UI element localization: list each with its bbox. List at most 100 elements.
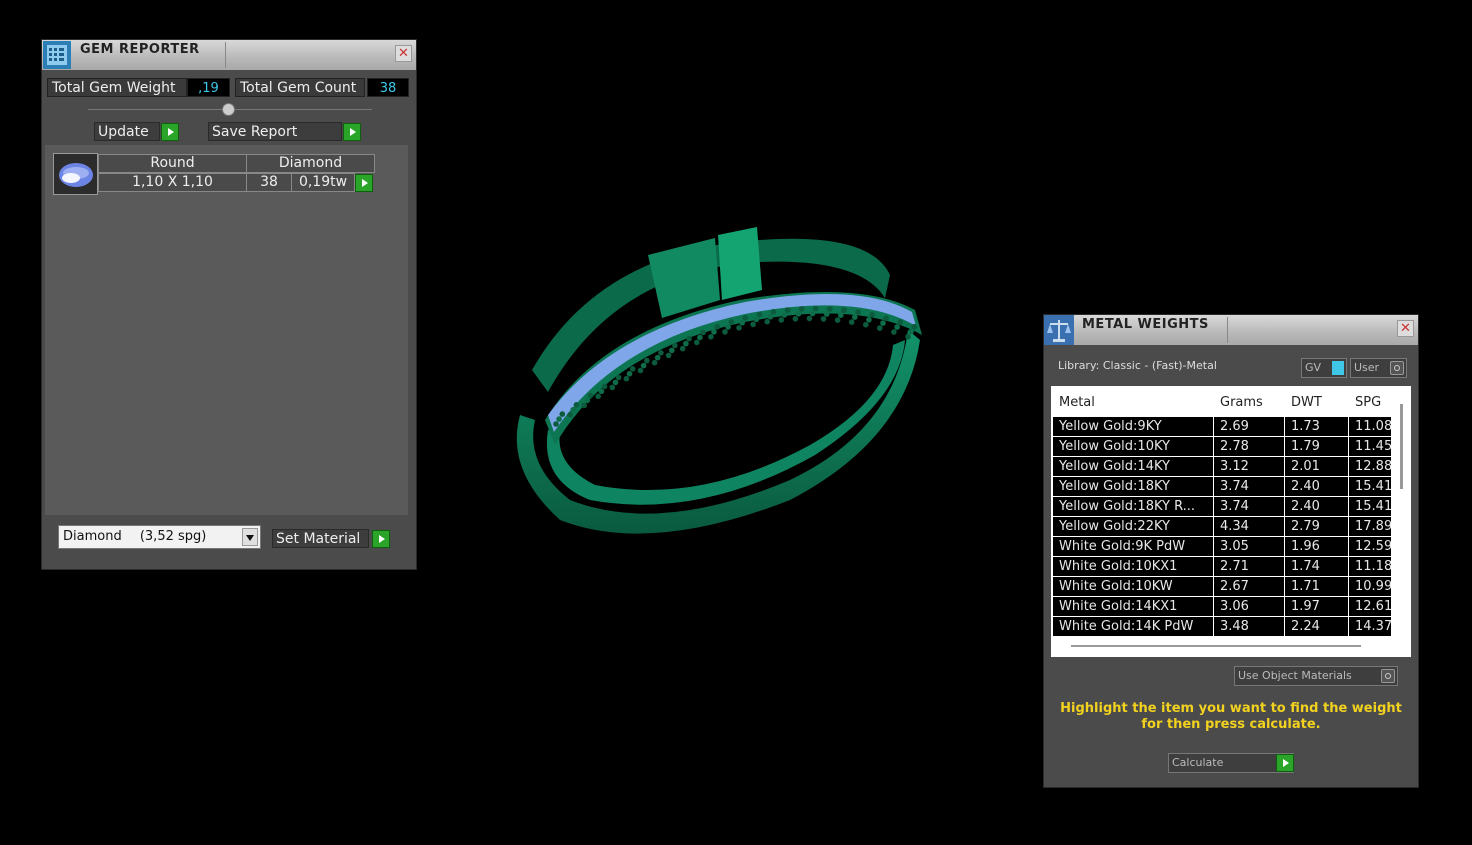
- gem-reporter-title: GEM REPORTER: [80, 42, 200, 57]
- gem-row-go-icon[interactable]: [355, 174, 373, 192]
- horizontal-scrollbar[interactable]: [1071, 645, 1361, 647]
- metal-weights-titlebar[interactable]: METAL WEIGHTS ✕: [1044, 315, 1418, 345]
- save-report-button[interactable]: Save Report: [208, 122, 342, 141]
- gear-icon[interactable]: [1390, 361, 1404, 375]
- total-gem-weight-value: ,19: [187, 78, 230, 97]
- vertical-scrollbar[interactable]: [1400, 404, 1403, 489]
- total-gem-weight-label: Total Gem Weight: [47, 78, 187, 97]
- table-row[interactable]: Yellow Gold:9KY 2.69 1.73 11.08: [1051, 417, 1391, 436]
- table-row[interactable]: Yellow Gold:18KY R... 3.74 2.40 15.41: [1051, 497, 1391, 516]
- table-row[interactable]: White Gold:10KW 2.67 1.71 10.99: [1051, 577, 1391, 596]
- pave-gem: [637, 367, 644, 374]
- pave-gem: [559, 411, 566, 417]
- column-header-spg[interactable]: SPG: [1349, 390, 1391, 416]
- instruction-line-2: for then press calculate.: [1141, 717, 1321, 732]
- pave-gem: [838, 312, 844, 319]
- grams-value: 2.78: [1214, 437, 1284, 456]
- gem-weight: 0,19tw: [291, 173, 355, 192]
- gv-toggle[interactable]: GV: [1301, 358, 1347, 378]
- table-row[interactable]: White Gold:10KX1 2.71 1.74 11.18: [1051, 557, 1391, 576]
- pave-gem: [883, 315, 889, 322]
- column-header-grams[interactable]: Grams: [1214, 390, 1284, 416]
- pave-gem: [750, 321, 756, 328]
- pave-gem: [711, 329, 717, 335]
- update-button[interactable]: Update: [94, 122, 160, 141]
- spg-value: 12.88: [1349, 457, 1391, 476]
- grams-value: 3.48: [1214, 617, 1284, 636]
- spg-value: 15.41: [1349, 497, 1391, 516]
- user-toggle[interactable]: User: [1350, 358, 1407, 378]
- scale-icon: [1044, 315, 1074, 345]
- pave-gem: [848, 319, 855, 325]
- grams-value: 2.71: [1214, 557, 1284, 576]
- gem-shape: Round: [98, 154, 247, 173]
- calculate-go-icon[interactable]: [1276, 754, 1294, 772]
- pave-gem: [728, 319, 735, 325]
- material-dropdown-value: Diamond: [63, 529, 122, 544]
- column-header-dwt[interactable]: DWT: [1285, 390, 1348, 416]
- ring-viewport[interactable]: [500, 210, 940, 560]
- gem-reporter-close-icon[interactable]: ✕: [395, 45, 412, 62]
- dropdown-arrow-icon[interactable]: [242, 528, 258, 546]
- pave-gem: [911, 323, 918, 330]
- use-object-materials-button[interactable]: Use Object Materials: [1234, 666, 1398, 686]
- spg-value: 11.18: [1349, 557, 1391, 576]
- gear-icon[interactable]: [1381, 669, 1395, 683]
- pave-gem: [880, 320, 886, 326]
- metal-name: White Gold:14KX1: [1053, 597, 1213, 616]
- dwt-value: 2.40: [1285, 497, 1348, 516]
- metal-name: Yellow Gold:18KY: [1053, 477, 1213, 496]
- pave-gem: [725, 324, 731, 330]
- pave-gem: [658, 350, 664, 356]
- gem-count: 38: [246, 173, 292, 192]
- splitter-handle[interactable]: [222, 103, 235, 116]
- table-row[interactable]: White Gold:14K PdW 3.48 2.24 14.37: [1051, 617, 1391, 636]
- update-go-icon[interactable]: [161, 123, 179, 141]
- spg-value: 14.37: [1349, 617, 1391, 636]
- gem-reporter-panel: GEM REPORTER ✕ Total Gem Weight ,19 Tota…: [41, 39, 417, 570]
- pave-gem: [598, 388, 605, 395]
- pave-gem: [855, 309, 861, 316]
- round-gem-thumbnail: [53, 153, 98, 195]
- metal-name: Yellow Gold:18KY R...: [1053, 497, 1213, 516]
- grams-value: 3.05: [1214, 537, 1284, 556]
- table-row[interactable]: Yellow Gold:14KY 3.12 2.01 12.88: [1051, 457, 1391, 476]
- calculate-label: Calculate: [1172, 756, 1224, 769]
- pave-gem: [841, 307, 847, 314]
- table-row[interactable]: Yellow Gold:18KY 3.74 2.40 15.41: [1051, 477, 1391, 496]
- dwt-value: 2.40: [1285, 477, 1348, 496]
- gv-label: GV: [1305, 361, 1322, 374]
- table-row[interactable]: Yellow Gold:10KY 2.78 1.79 11.45: [1051, 437, 1391, 456]
- pave-gem: [792, 316, 799, 322]
- pave-gem: [700, 329, 706, 336]
- pave-gem: [584, 397, 591, 404]
- dwt-value: 2.79: [1285, 517, 1348, 536]
- dwt-value: 1.79: [1285, 437, 1348, 456]
- set-material-button[interactable]: Set Material: [272, 529, 369, 548]
- pave-gem: [809, 310, 816, 317]
- column-header-metal[interactable]: Metal: [1053, 390, 1213, 416]
- table-row[interactable]: White Gold:9K PdW 3.05 1.96 12.59: [1051, 537, 1391, 556]
- pave-gem: [905, 333, 911, 340]
- metal-name: Yellow Gold:9KY: [1053, 417, 1213, 436]
- grams-value: 3.12: [1214, 457, 1284, 476]
- set-material-go-icon[interactable]: [372, 530, 390, 548]
- gem-reporter-titlebar[interactable]: GEM REPORTER ✕: [42, 40, 416, 70]
- title-separator: [1227, 317, 1228, 343]
- table-row[interactable]: Yellow Gold:22KY 4.34 2.79 17.89: [1051, 517, 1391, 536]
- pave-gem: [753, 316, 760, 323]
- metal-weights-close-icon[interactable]: ✕: [1397, 320, 1414, 337]
- gem-size: 1,10 X 1,10: [98, 173, 247, 192]
- save-report-go-icon[interactable]: [343, 123, 361, 141]
- gem-row[interactable]: Round Diamond 1,10 X 1,10 38 0,19tw: [53, 153, 375, 195]
- pave-gem: [609, 384, 616, 391]
- round-gem-icon: [59, 163, 93, 187]
- table-row[interactable]: White Gold:14KX1 3.06 1.97 12.61: [1051, 597, 1391, 616]
- pave-gem: [665, 352, 672, 359]
- instruction-text: Highlight the item you want to find the …: [1044, 701, 1418, 733]
- pave-gem: [556, 416, 562, 422]
- grams-value: 3.74: [1214, 497, 1284, 516]
- pave-gem: [866, 317, 872, 323]
- material-dropdown[interactable]: Diamond (3,52 spg): [58, 525, 261, 549]
- pave-gem: [553, 421, 559, 427]
